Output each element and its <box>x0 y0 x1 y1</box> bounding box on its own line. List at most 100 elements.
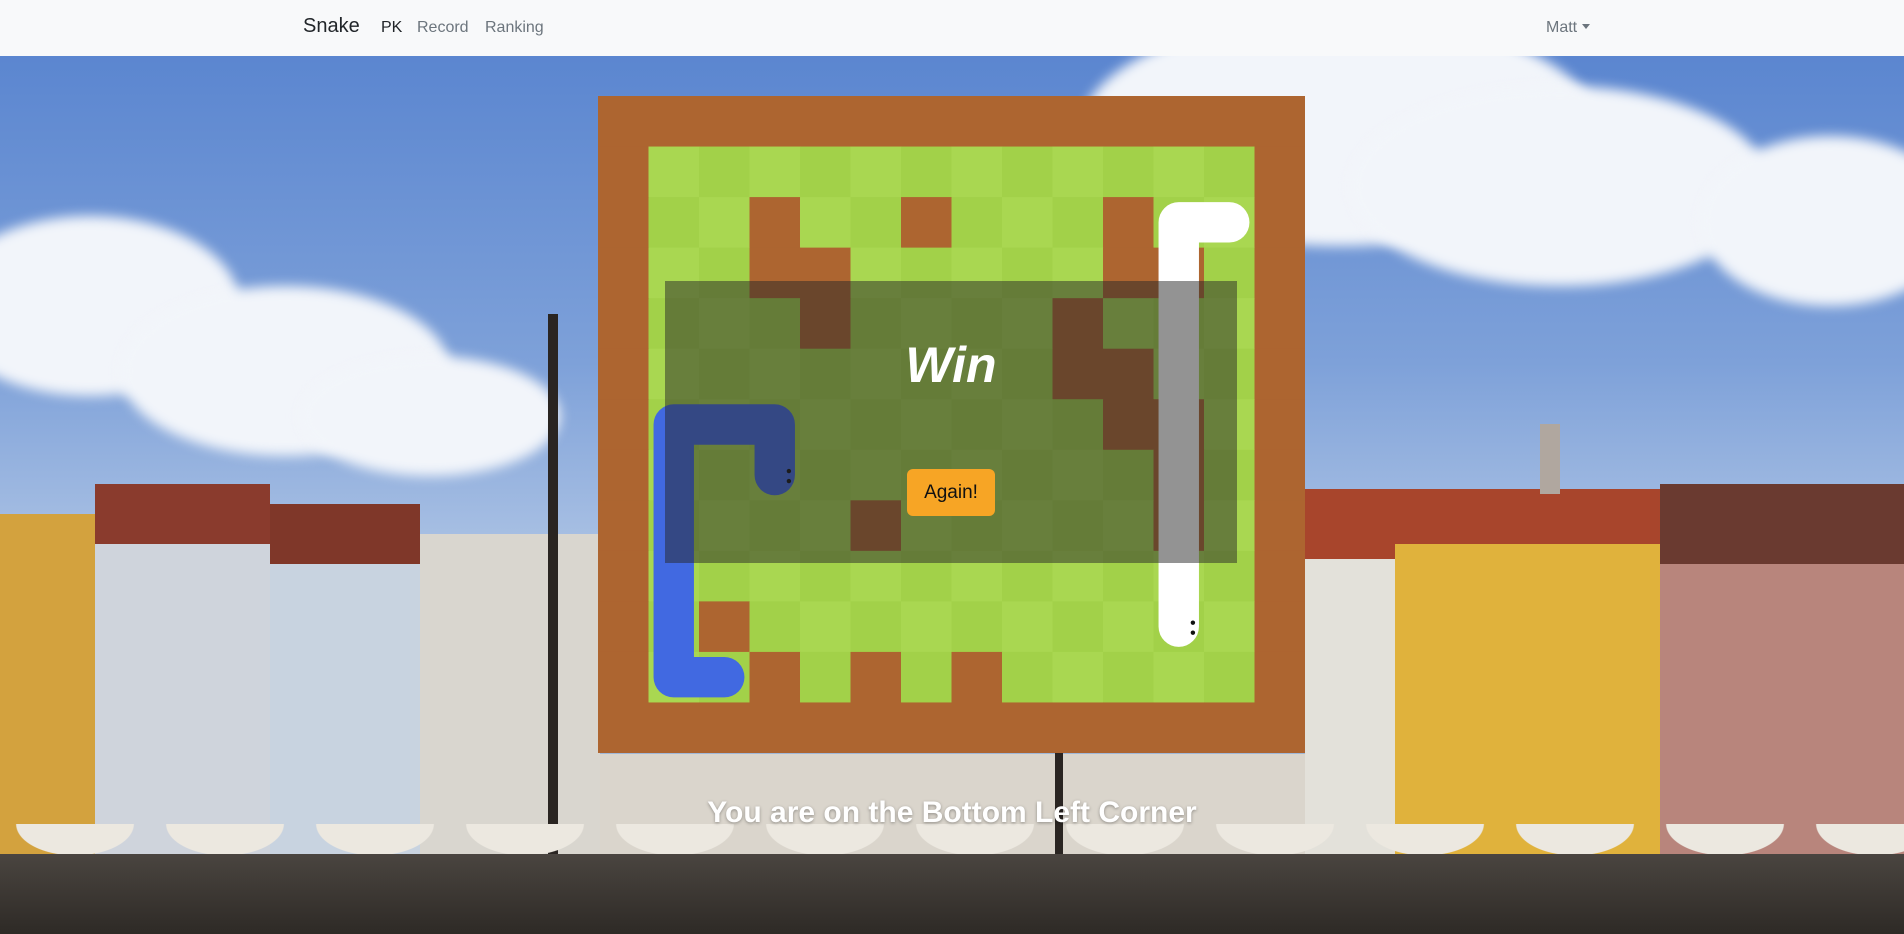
wall-cell <box>648 702 700 753</box>
wall-cell <box>1002 96 1053 148</box>
wall-cell <box>598 399 649 451</box>
wall-cell <box>699 96 750 148</box>
wall-cell <box>749 96 801 148</box>
grass-cell <box>1153 146 1205 198</box>
grass-cell <box>901 601 952 653</box>
wall-cell <box>901 197 952 249</box>
wall-cell <box>598 601 649 653</box>
wall-cell <box>598 702 649 753</box>
wall-cell <box>598 449 649 501</box>
user-name: Matt <box>1546 19 1578 36</box>
grass-cell <box>1052 601 1104 653</box>
chevron-down-icon <box>1582 24 1591 29</box>
wall-cell <box>1254 601 1305 653</box>
position-status-text: You are on the Bottom Left Corner <box>707 796 1197 829</box>
wall-cell <box>598 500 649 552</box>
grass-cell <box>951 197 1003 249</box>
wall-cell <box>1254 702 1305 753</box>
wall-cell <box>648 96 700 148</box>
wall-cell <box>1254 146 1305 198</box>
grass-cell <box>1052 197 1104 249</box>
wall-cell <box>1254 96 1305 148</box>
grass-cell <box>800 651 851 703</box>
grass-cell <box>951 146 1003 198</box>
wall-cell <box>598 197 649 249</box>
wall-cell <box>1204 96 1255 148</box>
grass-cell <box>1002 197 1053 249</box>
grass-cell <box>1052 146 1104 198</box>
wall-cell <box>1153 702 1205 753</box>
wall-cell <box>1204 702 1255 753</box>
wall-cell <box>1153 96 1205 148</box>
grass-cell <box>850 197 902 249</box>
grass-cell <box>1002 601 1053 653</box>
grass-cell <box>1002 651 1053 703</box>
nav-link-ranking[interactable]: Ranking <box>485 19 544 37</box>
grass-cell <box>800 197 851 249</box>
wall-cell <box>1103 197 1154 249</box>
grass-cell <box>699 197 750 249</box>
wall-cell <box>598 96 649 148</box>
grass-cell <box>1204 601 1255 653</box>
wall-cell <box>1052 702 1104 753</box>
nav-link-pk[interactable]: PK <box>381 19 402 37</box>
wall-cell <box>598 146 649 198</box>
grass-cell <box>1103 651 1154 703</box>
grass-cell <box>699 146 750 198</box>
grass-cell <box>1103 146 1154 198</box>
snake-eye <box>1190 620 1196 625</box>
wall-cell <box>1103 702 1154 753</box>
wall-cell <box>699 702 750 753</box>
wall-cell <box>1254 247 1305 299</box>
grass-cell <box>1204 146 1255 198</box>
nav-link-record[interactable]: Record <box>417 19 469 37</box>
result-text: Win <box>905 337 997 393</box>
wall-cell <box>1052 96 1104 148</box>
grass-cell <box>1103 601 1154 653</box>
wall-cell <box>598 298 649 350</box>
grass-cell <box>1052 651 1104 703</box>
wall-cell <box>1254 449 1305 501</box>
grass-cell <box>749 601 801 653</box>
grass-cell <box>749 146 801 198</box>
wall-cell <box>749 702 801 753</box>
wall-cell <box>1254 399 1305 451</box>
grass-cell <box>800 146 851 198</box>
wall-cell <box>951 651 1003 703</box>
wall-cell <box>699 601 750 653</box>
wall-cell <box>598 651 649 703</box>
grass-cell <box>1002 146 1053 198</box>
wall-cell <box>598 550 649 602</box>
wall-cell <box>951 702 1003 753</box>
grass-cell <box>648 146 700 198</box>
wall-cell <box>1254 348 1305 400</box>
wall-cell <box>951 96 1003 148</box>
grass-cell <box>1204 651 1255 703</box>
wall-cell <box>1002 702 1053 753</box>
wall-cell <box>1103 96 1154 148</box>
wall-cell <box>800 702 851 753</box>
grass-cell <box>951 601 1003 653</box>
navbar: Snake PK Record Ranking Matt <box>0 0 1904 56</box>
wall-cell <box>749 651 801 703</box>
grass-cell <box>901 651 952 703</box>
wall-cell <box>800 96 851 148</box>
wall-cell <box>901 702 952 753</box>
wall-cell <box>1254 550 1305 602</box>
grass-cell <box>850 146 902 198</box>
wall-cell <box>850 702 902 753</box>
grass-cell <box>648 197 700 249</box>
brand-link[interactable]: Snake <box>303 15 360 38</box>
grass-cell <box>901 146 952 198</box>
grass-cell <box>850 601 902 653</box>
wall-cell <box>1254 197 1305 249</box>
wall-cell <box>749 197 801 249</box>
wall-cell <box>1254 500 1305 552</box>
result-overlay: Win Again! <box>665 281 1237 563</box>
again-button[interactable]: Again! <box>907 469 995 516</box>
wall-cell <box>901 96 952 148</box>
grass-cell <box>800 601 851 653</box>
wall-cell <box>1254 651 1305 703</box>
user-menu-dropdown[interactable]: Matt <box>1546 19 1591 37</box>
wall-cell <box>598 348 649 400</box>
